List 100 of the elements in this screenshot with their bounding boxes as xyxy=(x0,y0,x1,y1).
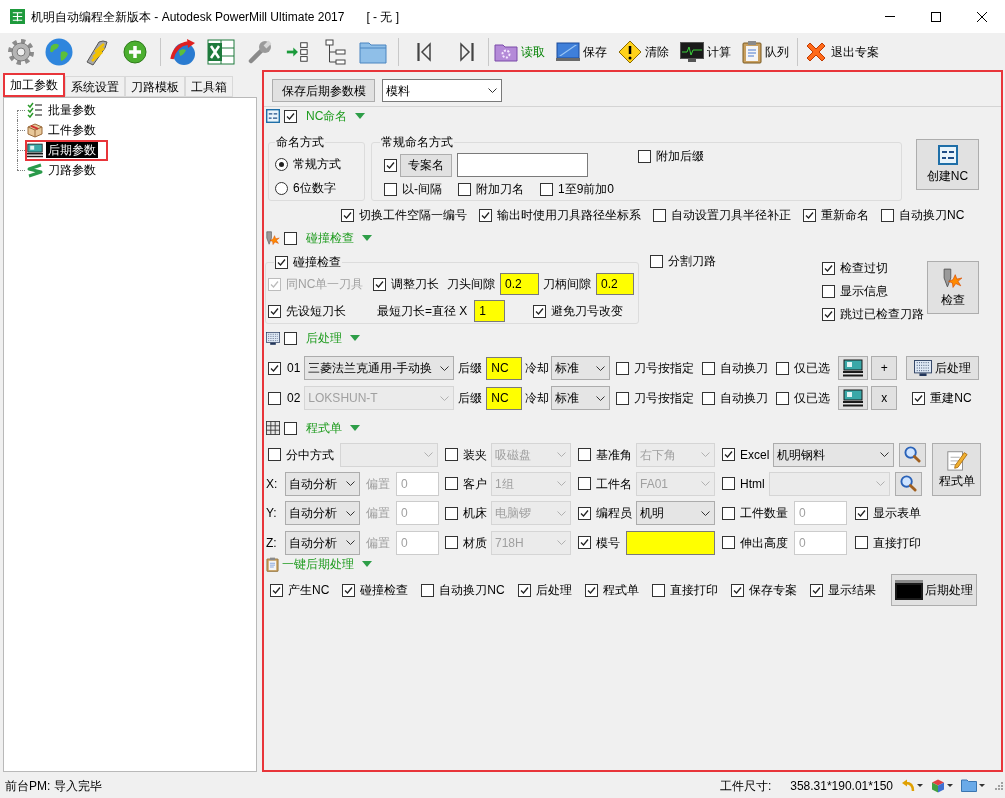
checkbox[interactable] xyxy=(722,506,735,520)
checkbox[interactable] xyxy=(384,182,397,196)
dropdown[interactable]: 自动分析 xyxy=(285,471,360,496)
triangle-down-icon[interactable] xyxy=(350,335,360,341)
radio-button[interactable] xyxy=(275,181,288,195)
triangle-down-icon[interactable] xyxy=(350,425,360,431)
tab[interactable]: 系统设置 xyxy=(65,76,125,97)
plus-circle-icon[interactable] xyxy=(123,39,147,64)
checkbox[interactable] xyxy=(722,448,735,461)
checkbox[interactable] xyxy=(776,361,790,375)
screen-button[interactable] xyxy=(838,356,869,380)
row-button[interactable]: x xyxy=(871,386,898,410)
checkbox[interactable] xyxy=(268,448,281,461)
dropdown[interactable]: 自动分析 xyxy=(285,530,360,555)
checkbox[interactable] xyxy=(284,421,297,435)
search-button[interactable] xyxy=(899,442,927,467)
checkbox[interactable] xyxy=(776,391,790,405)
checkbox[interactable] xyxy=(445,536,458,549)
checkbox[interactable] xyxy=(584,583,598,597)
checkbox[interactable] xyxy=(702,361,716,375)
toolbar-button[interactable]: 队列 xyxy=(739,35,792,68)
checkbox[interactable] xyxy=(458,182,471,196)
create-nc-button[interactable]: 创建NC xyxy=(916,139,979,190)
checkbox[interactable] xyxy=(270,583,283,597)
post-run-button[interactable]: 后期处理 xyxy=(891,574,977,606)
checkbox[interactable] xyxy=(651,583,665,597)
checkbox[interactable] xyxy=(268,361,281,375)
checkbox[interactable] xyxy=(540,182,553,196)
triangle-down-icon[interactable] xyxy=(362,235,372,241)
spreadsheet-icon[interactable] xyxy=(207,37,235,66)
triangle-down-icon[interactable] xyxy=(355,113,366,119)
checkbox[interactable] xyxy=(702,391,716,405)
checkbox[interactable] xyxy=(268,304,281,318)
dropdown[interactable]: 模料 xyxy=(382,79,502,102)
row-button[interactable]: + xyxy=(871,356,898,380)
checkbox[interactable] xyxy=(479,208,492,222)
tree-item[interactable]: 刀路参数 xyxy=(46,162,98,178)
arrow-list-icon[interactable] xyxy=(285,39,309,64)
checkbox[interactable] xyxy=(284,231,297,245)
checkbox[interactable] xyxy=(275,255,288,269)
search-button[interactable] xyxy=(894,471,922,496)
checkbox[interactable] xyxy=(341,208,354,222)
dropdown[interactable]: 机明钢料 xyxy=(773,442,895,467)
radio-button[interactable] xyxy=(275,157,288,171)
dropdown[interactable]: 标准 xyxy=(551,356,611,380)
text-field[interactable]: 1 xyxy=(474,300,506,322)
toolbar-button[interactable]: 读取 xyxy=(491,35,548,68)
tree-item[interactable]: 批量参数 xyxy=(46,102,98,118)
checkbox[interactable] xyxy=(822,284,835,298)
checkbox[interactable] xyxy=(517,583,531,597)
tab[interactable]: 工具箱 xyxy=(185,76,233,97)
checkbox[interactable] xyxy=(855,506,868,520)
checkbox[interactable] xyxy=(855,536,868,549)
checkbox[interactable] xyxy=(653,208,666,222)
dropdown[interactable]: 自动分析 xyxy=(285,501,360,525)
checkbox[interactable] xyxy=(533,304,547,318)
toolbar-button[interactable]: 计算 xyxy=(677,35,734,68)
checkbox[interactable] xyxy=(578,536,591,549)
check-button[interactable]: 检查 xyxy=(927,261,979,314)
toolbar-button[interactable]: 保存 xyxy=(553,35,610,68)
checkbox[interactable] xyxy=(722,477,735,490)
checkbox[interactable] xyxy=(722,536,735,549)
checkbox[interactable] xyxy=(578,506,591,520)
checkbox[interactable] xyxy=(803,208,816,222)
post-process-button[interactable]: 后处理 xyxy=(906,356,980,380)
checkbox[interactable] xyxy=(268,391,281,405)
checkbox[interactable] xyxy=(616,361,630,375)
checkbox[interactable] xyxy=(384,158,397,172)
tab[interactable]: 刀路模板 xyxy=(125,76,185,97)
globe-icon[interactable] xyxy=(45,37,73,66)
toolbar-button[interactable]: 退出专案 xyxy=(801,35,882,68)
skip-forward-icon[interactable] xyxy=(459,41,474,62)
checkbox[interactable] xyxy=(822,307,835,321)
globe-arrow-icon[interactable] xyxy=(169,37,197,66)
wrench-icon[interactable] xyxy=(246,38,272,65)
save-template-button[interactable]: 保存后期参数模 xyxy=(272,79,375,102)
checkbox[interactable] xyxy=(912,391,926,405)
checkbox[interactable] xyxy=(616,391,630,405)
dropdown[interactable]: 三菱法兰克通用-手动换 xyxy=(304,356,455,380)
checkbox[interactable] xyxy=(445,477,458,490)
checkbox[interactable] xyxy=(342,583,356,597)
checkbox[interactable] xyxy=(284,331,297,345)
text-field[interactable]: NC xyxy=(486,356,523,380)
tree-item[interactable]: 后期参数 xyxy=(46,142,98,158)
screen-button[interactable] xyxy=(838,386,869,410)
checkbox[interactable] xyxy=(730,583,744,597)
text-field[interactable]: 0.2 xyxy=(500,273,539,295)
checkbox[interactable] xyxy=(809,583,823,597)
text-field[interactable] xyxy=(457,153,588,177)
tree-icon[interactable] xyxy=(323,38,347,65)
checkbox[interactable] xyxy=(578,448,591,461)
tab[interactable]: 加工参数 xyxy=(3,73,65,97)
checkbox[interactable] xyxy=(373,277,386,291)
dropdown[interactable]: 机明 xyxy=(636,501,715,525)
checkbox[interactable] xyxy=(445,448,458,461)
text-field[interactable] xyxy=(626,530,715,555)
dropdown[interactable]: 标准 xyxy=(551,386,611,410)
project-name-button[interactable]: 专案名 xyxy=(400,153,452,177)
toolbar-button[interactable]: 清除 xyxy=(615,35,672,68)
checkbox[interactable] xyxy=(638,149,651,163)
